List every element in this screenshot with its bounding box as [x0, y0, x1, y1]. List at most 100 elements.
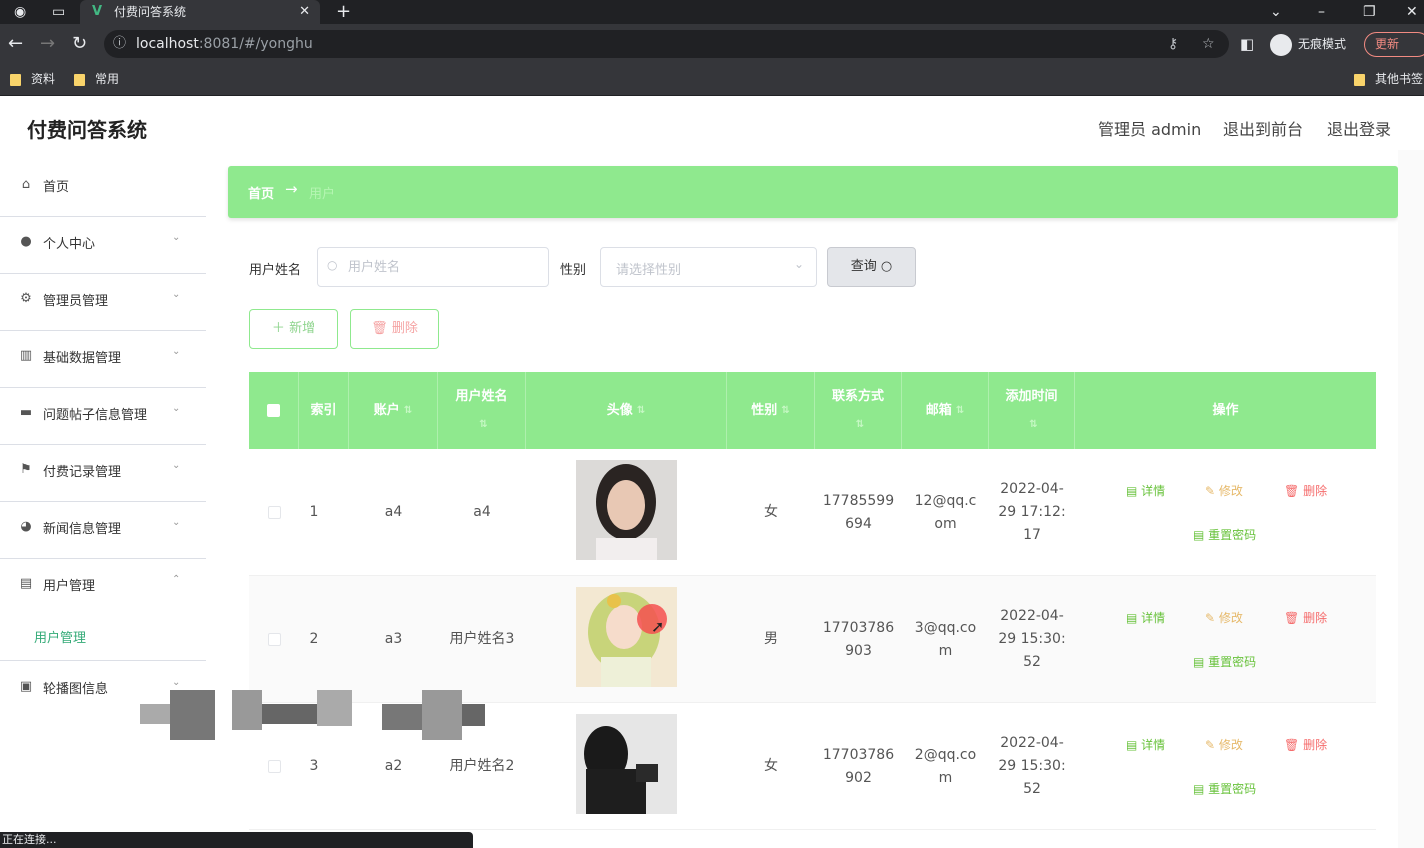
doc-icon: ▤: [1193, 528, 1209, 542]
browser-menu-icon[interactable]: ◉: [14, 0, 26, 24]
carousel-icon: ▣: [19, 679, 33, 694]
chevron-up-icon: ⌃: [172, 574, 181, 585]
globe-icon: ◕: [20, 519, 32, 534]
avatar[interactable]: [576, 714, 677, 814]
cell-text: 2022-04-: [1000, 608, 1064, 624]
cell-sex: 女: [764, 758, 778, 774]
column-header-avatar[interactable]: 头像 ⇅: [526, 372, 727, 449]
breadcrumb-arrow-icon: →: [285, 180, 298, 198]
sidebar-item-profile[interactable]: ● 个人中心 ⌄: [0, 217, 206, 274]
key-icon[interactable]: ⚷: [1168, 30, 1178, 58]
sort-icon[interactable]: ⇅: [956, 397, 964, 425]
column-header-time[interactable]: 添加时间 ⇅: [989, 372, 1075, 449]
sort-icon[interactable]: ⇅: [637, 397, 645, 425]
sort-icon[interactable]: ⇅: [856, 411, 864, 439]
delete-button[interactable]: 🗑 删除: [1284, 736, 1327, 753]
sex-select[interactable]: 请选择性别 ⌄: [600, 247, 817, 287]
select-all-checkbox[interactable]: [249, 372, 299, 449]
sidebar-item-users[interactable]: ▤ 用户管理 ⌃: [0, 559, 206, 616]
close-icon[interactable]: ✕: [299, 0, 310, 24]
pencil-icon: ✎: [1205, 611, 1219, 625]
star-icon[interactable]: ☆: [1202, 30, 1215, 58]
window-close-icon[interactable]: ✕: [1406, 0, 1418, 24]
action-label: 修改: [1218, 738, 1243, 752]
delete-button[interactable]: 🗑 删除: [1284, 609, 1327, 626]
cell-email: 2@qq.co m: [902, 703, 989, 830]
window-icon[interactable]: ▭: [52, 0, 65, 24]
cell-index: 2: [309, 631, 319, 647]
sort-icon[interactable]: ⇅: [1029, 411, 1037, 439]
sort-icon[interactable]: ⇅: [479, 411, 487, 439]
batch-delete-button[interactable]: 🗑 删除: [350, 309, 439, 349]
bookmark-folder-changyong[interactable]: 常用: [74, 64, 119, 94]
detail-button[interactable]: ▤ 详情: [1126, 736, 1165, 753]
sidebar-item-admins[interactable]: ⚙ 管理员管理 ⌄: [0, 274, 206, 331]
new-tab-icon[interactable]: +: [336, 0, 351, 24]
incognito-icon: [1270, 33, 1292, 56]
reload-icon[interactable]: ↻: [72, 24, 87, 64]
sort-icon[interactable]: ⇅: [404, 397, 412, 425]
sidebar-item-payments[interactable]: ⚑ 付费记录管理 ⌄: [0, 445, 206, 502]
detail-button[interactable]: ▤ 详情: [1126, 482, 1165, 499]
chevron-down-icon[interactable]: ⌄: [1270, 0, 1282, 24]
column-header-name[interactable]: 用户姓名 ⇅: [438, 372, 526, 449]
cell-text: 2022-04-: [1000, 481, 1064, 497]
cell-text: m: [938, 642, 953, 659]
sidepanel-icon[interactable]: ◧: [1240, 24, 1254, 64]
cell-text: m: [938, 769, 953, 786]
row-checkbox[interactable]: [249, 576, 299, 703]
sidebar-item-basic-data[interactable]: ▥ 基础数据管理 ⌄: [0, 331, 206, 388]
column-header-sex[interactable]: 性别 ⇅: [727, 372, 815, 449]
restore-icon[interactable]: ❐: [1363, 0, 1376, 24]
column-header-label: 添加时间: [1005, 388, 1058, 404]
incognito-indicator[interactable]: 无痕模式: [1270, 30, 1346, 58]
edit-button[interactable]: ✎ 修改: [1205, 736, 1243, 753]
action-label: 详情: [1141, 484, 1166, 498]
bookmark-folder-ziliao[interactable]: 资料: [10, 64, 55, 94]
tab-title: 付费问答系统: [114, 5, 187, 19]
sidebar-item-label: 用户管理: [43, 579, 96, 594]
back-icon[interactable]: ←: [8, 24, 23, 64]
cell-text: 12@qq.c: [914, 492, 977, 509]
reset-password-button[interactable]: ▤ 重置密码: [1193, 526, 1256, 543]
query-button[interactable]: 查询 ○: [827, 247, 916, 287]
update-button[interactable]: 更新: [1364, 32, 1424, 57]
sort-icon[interactable]: ⇅: [781, 397, 789, 425]
name-search-input[interactable]: [317, 247, 549, 287]
avatar[interactable]: [576, 460, 677, 560]
browser-tab[interactable]: V 付费问答系统 ✕: [80, 0, 320, 24]
column-header-account[interactable]: 账户 ⇅: [349, 372, 438, 449]
cell-text: 902: [845, 769, 872, 786]
sidebar-item-news[interactable]: ◕ 新闻信息管理 ⌄: [0, 502, 206, 559]
reset-password-button[interactable]: ▤ 重置密码: [1193, 780, 1256, 797]
sidebar-item-home[interactable]: ⌂ 首页: [0, 160, 206, 217]
bookmark-folder-other[interactable]: 其他书签: [1354, 64, 1423, 94]
cell-text: 52: [1023, 654, 1041, 670]
delete-button[interactable]: 🗑 删除: [1284, 482, 1327, 499]
cell-time: 2022-04- 29 17:12: 17: [989, 449, 1075, 576]
reset-password-button[interactable]: ▤ 重置密码: [1193, 653, 1256, 670]
exit-to-front-link[interactable]: 退出到前台: [1223, 116, 1303, 140]
detail-button[interactable]: ▤ 详情: [1126, 609, 1165, 626]
row-checkbox[interactable]: [249, 449, 299, 576]
sidebar-item-label: 个人中心: [43, 237, 96, 252]
cell-account: a3: [384, 631, 403, 647]
info-icon[interactable]: ⓘ: [113, 30, 126, 58]
add-button[interactable]: ＋ 新增: [249, 309, 338, 349]
action-label: 重置密码: [1208, 528, 1257, 542]
forward-icon[interactable]: →: [40, 24, 55, 64]
edit-button[interactable]: ✎ 修改: [1205, 609, 1243, 626]
column-header-email[interactable]: 邮箱 ⇅: [902, 372, 989, 449]
column-header-phone[interactable]: 联系方式 ⇅: [815, 372, 902, 449]
column-header-actions: 操作: [1075, 372, 1376, 449]
logout-link[interactable]: 退出登录: [1327, 116, 1391, 140]
sidebar-subitem-user-management[interactable]: 用户管理: [0, 619, 206, 661]
sidebar-item-posts[interactable]: ▬ 问题帖子信息管理 ⌄: [0, 388, 206, 445]
minimize-icon[interactable]: –: [1318, 0, 1325, 24]
avatar[interactable]: [576, 587, 677, 687]
url-input[interactable]: ⓘ localhost:8081/#/yonghu ⚷ ☆: [104, 30, 1229, 58]
books-icon: ▥: [19, 348, 33, 363]
cell-phone: 17703786 902: [815, 703, 902, 830]
breadcrumb-home[interactable]: 首页: [248, 183, 274, 202]
edit-button[interactable]: ✎ 修改: [1205, 482, 1243, 499]
